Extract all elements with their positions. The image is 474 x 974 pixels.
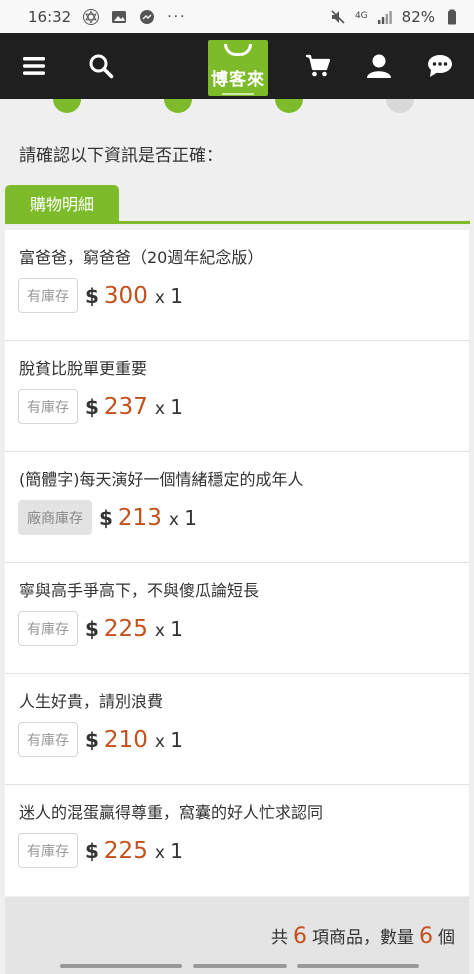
- item-quantity: x 1: [155, 728, 183, 752]
- list-item: (簡體字)每天演好一個情緒穩定的成年人 廠商庫存 $ 213 x 1: [5, 452, 469, 563]
- item-price: 300: [103, 282, 148, 309]
- times-sign: x: [168, 509, 179, 530]
- gesture-bar-right: [297, 964, 419, 968]
- item-title: 人生好貴，請別浪費: [19, 692, 164, 711]
- list-item: 富爸爸，窮爸爸（20週年紀念版） 有庫存 $ 300 x 1: [5, 230, 469, 341]
- bookstore-logo[interactable]: 博客來: [208, 40, 268, 96]
- user-icon: [367, 54, 391, 78]
- order-summary: 共 6 項商品，數量 6 個: [5, 897, 469, 974]
- cart-item-list: 富爸爸，窮爸爸（20週年紀念版） 有庫存 $ 300 x 1 脫貧比脫單更重要 …: [5, 230, 469, 896]
- currency-symbol: $: [85, 727, 99, 752]
- search-icon: [89, 54, 114, 79]
- currency-symbol: $: [99, 505, 113, 530]
- currency-symbol: $: [85, 394, 99, 419]
- times-sign: x: [154, 398, 165, 419]
- mute-icon: [331, 9, 345, 24]
- list-item: 迷人的混蛋贏得尊重，窩囊的好人忙求認同 有庫存 $ 225 x 1: [5, 785, 469, 896]
- item-price: 210: [103, 726, 148, 753]
- tab-label: 購物明細: [29, 195, 94, 214]
- battery-percent: 82%: [401, 7, 435, 26]
- summary-text: 共 6 項商品，數量 6 個: [271, 923, 455, 949]
- list-item: 脫貧比脫單更重要 有庫存 $ 237 x 1: [5, 341, 469, 452]
- tab-underline: [5, 221, 470, 224]
- item-price: 237: [103, 393, 148, 420]
- progress-step-2: [164, 99, 192, 113]
- top-navbar: 博客來: [0, 33, 474, 99]
- menu-icon: [23, 57, 45, 75]
- summary-item-count: 6: [293, 924, 307, 949]
- cart-icon: [306, 54, 331, 77]
- summary-quantity: 6: [419, 924, 433, 949]
- quantity-value: 1: [170, 727, 184, 752]
- item-title: 脫貧比脫單更重要: [19, 359, 148, 378]
- stock-badge: 有庫存: [18, 278, 78, 313]
- chat-icon: [428, 55, 452, 77]
- summary-suffix: 個: [438, 928, 455, 948]
- item-quantity: x 1: [169, 506, 197, 530]
- gallery-icon: [112, 10, 127, 23]
- item-quantity: x 1: [155, 395, 183, 419]
- stock-badge: 有庫存: [18, 722, 78, 757]
- progress-step-1: [53, 99, 81, 113]
- currency-symbol: $: [85, 283, 99, 308]
- item-title: 寧與高手爭高下，不與傻瓜論短長: [19, 581, 260, 600]
- progress-step-3: [275, 99, 303, 113]
- quantity-value: 1: [170, 283, 184, 308]
- item-title: 迷人的混蛋贏得尊重，窩囊的好人忙求認同: [19, 803, 324, 822]
- checkout-progress: [0, 99, 474, 113]
- logo-text: 博客來: [211, 70, 265, 90]
- confirm-prompt: 請確認以下資訊是否正確：: [19, 146, 223, 166]
- quantity-value: 1: [170, 838, 184, 863]
- logo-underline: [222, 93, 254, 95]
- item-title: (簡體字)每天演好一個情緒穩定的成年人: [19, 470, 304, 489]
- item-price: 225: [103, 837, 148, 864]
- list-item: 人生好貴，請別浪費 有庫存 $ 210 x 1: [5, 674, 469, 785]
- times-sign: x: [154, 842, 165, 863]
- status-time: 16:32: [28, 7, 72, 26]
- logo-smile-icon: [224, 44, 252, 56]
- gesture-bar-center[interactable]: [193, 964, 287, 968]
- more-notifications-icon: ···: [167, 8, 187, 25]
- times-sign: x: [154, 620, 165, 641]
- item-price: 225: [103, 615, 148, 642]
- messenger-icon: [140, 9, 155, 24]
- stock-badge: 有庫存: [18, 611, 78, 646]
- account-button[interactable]: [354, 33, 404, 99]
- item-quantity: x 1: [155, 839, 183, 863]
- chat-button[interactable]: [415, 33, 465, 99]
- quantity-value: 1: [170, 616, 184, 641]
- quantity-value: 1: [184, 505, 198, 530]
- stock-badge: 有庫存: [18, 389, 78, 424]
- currency-symbol: $: [85, 838, 99, 863]
- currency-symbol: $: [85, 616, 99, 641]
- signal-icon: [377, 10, 392, 24]
- status-bar: 16:32 ··· 4G 82%: [0, 0, 474, 33]
- stock-badge: 有庫存: [18, 833, 78, 868]
- times-sign: x: [154, 287, 165, 308]
- times-sign: x: [154, 731, 165, 752]
- summary-prefix: 共: [271, 928, 288, 948]
- battery-icon: [448, 9, 456, 24]
- search-button[interactable]: [76, 33, 126, 99]
- menu-button[interactable]: [9, 33, 59, 99]
- stock-badge: 廠商庫存: [18, 500, 92, 535]
- cart-button[interactable]: [293, 33, 343, 99]
- star-of-david-icon: [83, 8, 100, 25]
- list-item: 寧與高手爭高下，不與傻瓜論短長 有庫存 $ 225 x 1: [5, 563, 469, 674]
- quantity-value: 1: [170, 394, 184, 419]
- item-quantity: x 1: [155, 284, 183, 308]
- tab-shopping-details[interactable]: 購物明細: [5, 185, 119, 221]
- gesture-bar-left: [60, 964, 182, 968]
- item-price: 213: [117, 504, 162, 531]
- item-quantity: x 1: [155, 617, 183, 641]
- progress-step-4: [386, 99, 414, 113]
- item-title: 富爸爸，窮爸爸（20週年紀念版）: [19, 248, 264, 267]
- network-type: 4G: [354, 11, 368, 21]
- summary-middle: 項商品，數量: [312, 928, 414, 948]
